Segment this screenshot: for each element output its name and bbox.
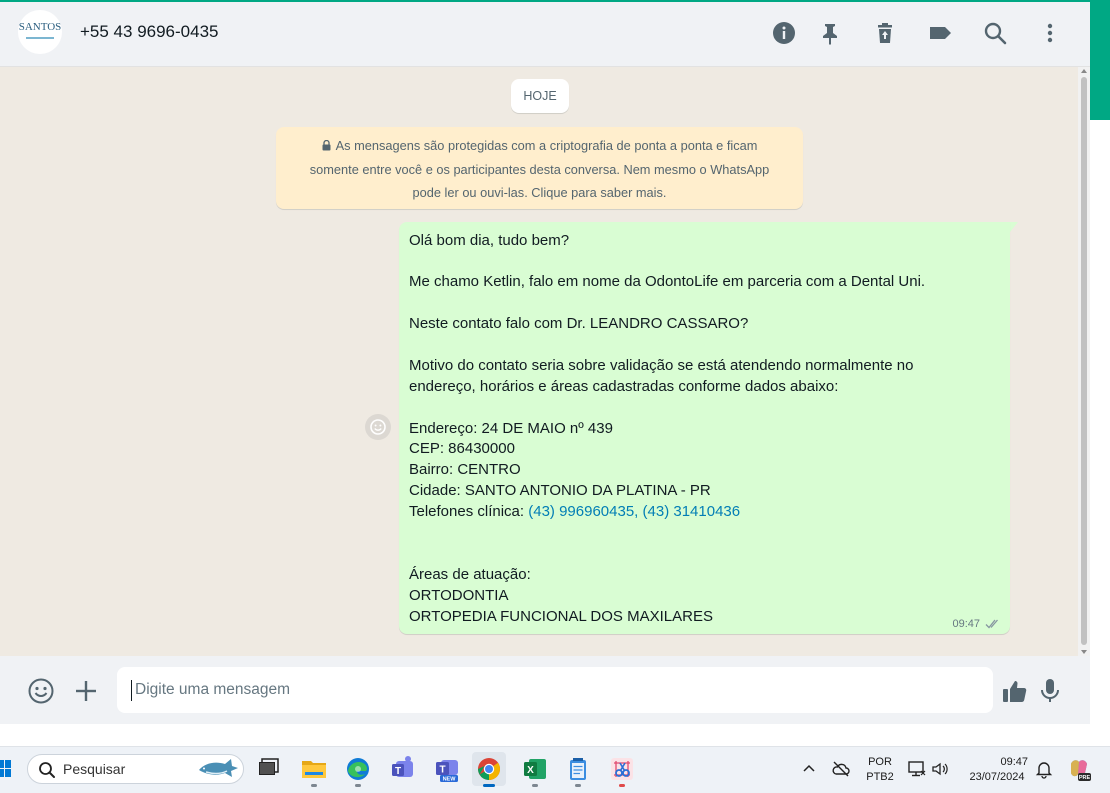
clock[interactable]: 09:47 23/07/2024 xyxy=(960,756,1034,783)
message-reason-line1: Motivo do contato seria sobre validação … xyxy=(409,357,914,374)
message-greeting: Olá bom dia, tudo bem? xyxy=(409,232,570,249)
message-area-1: ORTODONTIA xyxy=(409,587,509,604)
search-highlight-fish-icon xyxy=(196,756,240,782)
message-reason-line2: endereço, horários e áreas cadastradas c… xyxy=(409,378,839,395)
language-code: POR xyxy=(868,756,892,768)
taskbar-search[interactable]: Pesquisar xyxy=(27,754,244,784)
scroll-down-arrow-icon[interactable] xyxy=(1081,650,1087,654)
encryption-notice-line1: As mensagens são protegidas com a cripto… xyxy=(276,134,803,158)
phone-link-2[interactable]: (43) 31410436 xyxy=(643,503,741,520)
label-icon[interactable] xyxy=(927,20,953,46)
phone-separator: , xyxy=(634,503,643,520)
message-input[interactable] xyxy=(117,667,993,713)
phone-link-1[interactable]: (43) 996960435 xyxy=(528,503,634,520)
info-icon[interactable] xyxy=(771,20,797,46)
svg-text:NEW: NEW xyxy=(443,777,457,783)
encryption-notice-line2: somente entre você e os participantes de… xyxy=(309,162,770,177)
svg-text:T: T xyxy=(395,766,401,777)
microphone-icon[interactable] xyxy=(1035,676,1065,706)
chat-header: SANTOS +55 43 9696-0435 xyxy=(0,0,1090,67)
avatar-logo-underline xyxy=(26,37,54,39)
message-bubble-tail xyxy=(1010,222,1018,232)
encryption-notice-line3: pode ler ou ouvi-las. Clique para saber … xyxy=(412,185,667,200)
task-view-icon[interactable] xyxy=(251,752,285,786)
app-running-indicator xyxy=(619,784,625,787)
copilot-icon[interactable]: PRE xyxy=(1066,756,1092,782)
app-active-indicator xyxy=(483,784,495,787)
header-accent-line xyxy=(0,0,1090,2)
taskbar-search-label: Pesquisar xyxy=(63,761,126,777)
right-edge-strip xyxy=(1090,0,1110,724)
contact-name[interactable]: +55 43 9696-0435 xyxy=(80,22,219,42)
phones-label: Telefones clínica: xyxy=(409,503,529,520)
delivered-ticks-icon xyxy=(985,617,1001,629)
encryption-notice[interactable]: As mensagens são protegidas com a cripto… xyxy=(276,127,803,209)
notification-bell-icon[interactable] xyxy=(1034,759,1054,779)
snipping-tool-icon[interactable] xyxy=(605,752,639,787)
svg-text:X: X xyxy=(527,765,534,776)
edge-icon[interactable] xyxy=(341,752,375,787)
menu-icon[interactable] xyxy=(1037,20,1063,46)
taskbar-search-icon xyxy=(38,761,56,779)
scroll-up-arrow-icon[interactable] xyxy=(1081,69,1087,73)
message-area-2: ORTOPEDIA FUNCIONAL DOS MAXILARES xyxy=(409,608,713,625)
accent-strip xyxy=(1090,0,1110,120)
message-question: Neste contato falo com Dr. LEANDRO CASSA… xyxy=(409,315,749,332)
date-divider: HOJE xyxy=(511,79,569,113)
chrome-icon[interactable] xyxy=(472,752,506,787)
clock-date: 23/07/2024 xyxy=(969,771,1025,783)
app-running-indicator xyxy=(311,784,317,787)
avatar-logo: SANTOS xyxy=(18,21,62,33)
svg-text:PRE: PRE xyxy=(1079,775,1091,781)
message-city: Cidade: SANTO ANTONIO DA PLATINA - PR xyxy=(409,482,711,499)
clock-time: 09:47 xyxy=(1000,756,1028,768)
teams-new-icon[interactable]: T NEW xyxy=(430,752,464,786)
keyboard-layout: PTB2 xyxy=(866,771,894,783)
react-emoji-icon[interactable] xyxy=(365,414,391,440)
chat-scrollbar[interactable] xyxy=(1078,67,1090,656)
message-phones: Telefones clínica: (43) 996960435, (43) … xyxy=(409,503,740,520)
lock-icon xyxy=(322,135,331,158)
app-running-indicator xyxy=(575,784,581,787)
network-icon[interactable] xyxy=(907,759,927,779)
emoji-icon[interactable] xyxy=(26,676,56,706)
language-indicator[interactable]: POR PTB2 xyxy=(862,756,898,783)
outgoing-message[interactable]: Olá bom dia, tudo bem? Me chamo Ketlin, … xyxy=(399,222,1010,634)
delete-icon[interactable] xyxy=(872,20,898,46)
attach-plus-icon[interactable] xyxy=(71,676,101,706)
volume-icon[interactable] xyxy=(930,759,950,779)
onedrive-offline-icon[interactable] xyxy=(831,759,851,779)
encryption-notice-text1: As mensagens são protegidas com a cripto… xyxy=(335,138,758,153)
app-running-indicator xyxy=(355,784,361,787)
windows-start-icon[interactable] xyxy=(0,759,12,779)
message-neighborhood: Bairro: CENTRO xyxy=(409,461,521,478)
app-running-indicator xyxy=(532,784,538,787)
pin-icon[interactable] xyxy=(817,20,843,46)
message-areas-label: Áreas de atuação: xyxy=(409,566,531,583)
thumbs-up-icon[interactable] xyxy=(1000,676,1030,706)
tray-overflow-chevron-icon[interactable] xyxy=(799,759,819,779)
teams-icon[interactable]: T xyxy=(386,752,420,786)
whatsapp-window: SANTOS +55 43 9696-0435 HOJE As mensagen… xyxy=(0,0,1090,724)
svg-text:T: T xyxy=(439,765,445,776)
notepad-icon[interactable] xyxy=(561,752,595,787)
text-caret xyxy=(131,680,132,701)
scrollbar-thumb[interactable] xyxy=(1081,77,1087,645)
search-icon[interactable] xyxy=(982,20,1008,46)
contact-avatar[interactable]: SANTOS xyxy=(18,10,62,54)
message-time: 09:47 xyxy=(952,618,980,630)
desktop-gap xyxy=(0,724,1110,746)
message-address: Endereço: 24 DE MAIO nº 439 xyxy=(409,420,613,437)
message-cep: CEP: 86430000 xyxy=(409,440,515,457)
message-intro: Me chamo Ketlin, falo em nome da OdontoL… xyxy=(409,273,926,290)
file-explorer-icon[interactable] xyxy=(297,752,331,787)
excel-icon[interactable]: X xyxy=(518,752,552,787)
